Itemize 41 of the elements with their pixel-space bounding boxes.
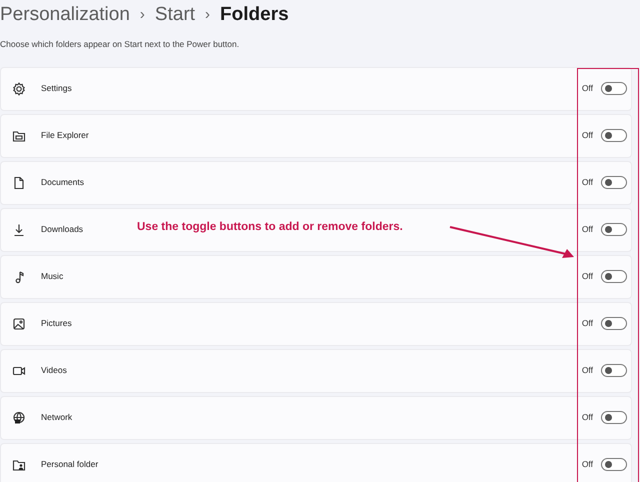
toggle-switch[interactable]	[601, 129, 627, 142]
folder-icon	[12, 128, 26, 143]
breadcrumb-link[interactable]: Start	[154, 0, 196, 30]
row-label: Settings	[41, 82, 72, 96]
person-folder-icon	[12, 458, 26, 472]
toggle-state-text: Off	[582, 82, 593, 96]
toggle-state-text: Off	[582, 129, 593, 142]
toggle-state-text: Off	[582, 458, 593, 472]
toggle-switch[interactable]	[601, 176, 627, 190]
page-title: Folders	[220, 2, 289, 27]
download-icon	[12, 222, 26, 237]
document-icon	[12, 176, 26, 190]
toggle-state-text: Off	[582, 270, 593, 284]
breadcrumb-link[interactable]: Personalization	[0, 0, 130, 30]
row-label: Personal folder	[41, 458, 98, 472]
row-label: Documents	[41, 176, 84, 190]
toggle-switch[interactable]	[601, 411, 627, 424]
breadcrumb-separator: ›	[140, 4, 145, 25]
toggle-switch[interactable]	[601, 317, 627, 330]
toggle-switch[interactable]	[601, 270, 627, 284]
toggle-switch[interactable]	[601, 458, 627, 472]
description-text: Choose which folders appear on Start next to the Power button.	[0, 38, 240, 51]
row-label: Downloads	[41, 223, 84, 236]
row-label: Music	[41, 270, 64, 284]
globe-icon	[12, 410, 26, 425]
toggle-state-text: Off	[582, 364, 593, 378]
toggle-state-text: Off	[582, 317, 593, 330]
row-label: Pictures	[41, 317, 72, 330]
breadcrumb-separator: ›	[205, 4, 210, 25]
gear-icon	[12, 82, 26, 96]
annotation-text: Use the toggle buttons to add or remove folders.	[137, 220, 403, 235]
toggle-state-text: Off	[582, 223, 593, 236]
row-label: File Explorer	[41, 129, 89, 142]
image-icon	[12, 316, 26, 331]
toggle-state-text: Off	[582, 176, 593, 190]
toggle-switch[interactable]	[601, 82, 627, 96]
row-label: Network	[41, 411, 72, 424]
toggle-state-text: Off	[582, 411, 593, 424]
toggle-switch[interactable]	[601, 364, 627, 378]
toggle-switch[interactable]	[601, 223, 627, 236]
row-label: Videos	[41, 364, 67, 378]
